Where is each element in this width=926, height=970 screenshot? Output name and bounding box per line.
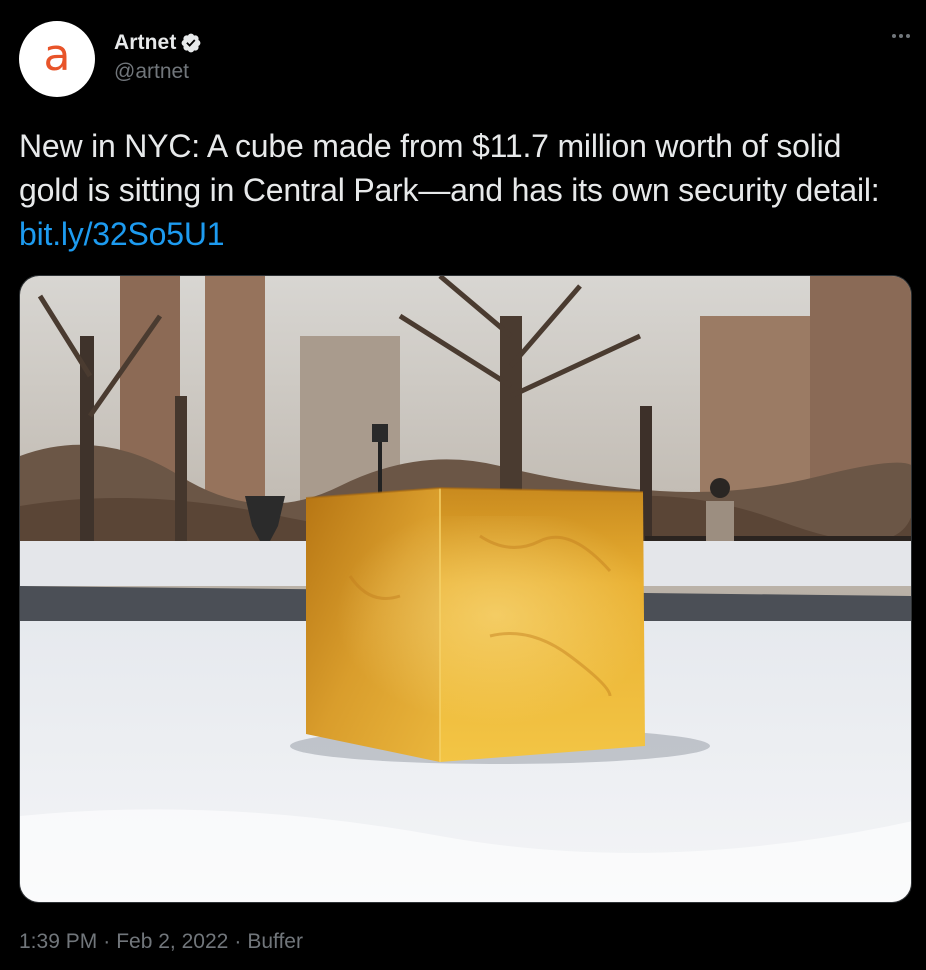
gold-cube-photo	[20, 276, 911, 902]
author-info: Artnet @artnet	[114, 28, 202, 84]
tweet-source[interactable]: Buffer	[247, 930, 303, 954]
tweet-date[interactable]: Feb 2, 2022	[116, 930, 228, 954]
tweet-time[interactable]: 1:39 PM	[19, 930, 97, 954]
tweet-text: New in NYC: A cube made from $11.7 milli…	[19, 124, 909, 256]
tweet: a Artnet @artnet New in NYC: A cube made…	[0, 0, 926, 970]
tweet-link[interactable]: bit.ly/32So5U1	[19, 216, 225, 252]
tweet-media[interactable]	[19, 275, 912, 903]
handle[interactable]: @artnet	[114, 60, 202, 84]
tweet-body: New in NYC: A cube made from $11.7 milli…	[19, 128, 880, 208]
display-name[interactable]: Artnet	[114, 31, 176, 55]
more-options-icon[interactable]	[892, 34, 910, 38]
meta-separator-1: ·	[103, 930, 111, 953]
avatar-letter: a	[43, 30, 71, 81]
meta-separator-2: ·	[234, 930, 242, 953]
tweet-meta: 1:39 PM · Feb 2, 2022 · Buffer	[19, 930, 303, 954]
name-row: Artnet	[114, 28, 202, 58]
verified-badge-icon	[180, 32, 202, 54]
avatar[interactable]: a	[19, 21, 95, 97]
